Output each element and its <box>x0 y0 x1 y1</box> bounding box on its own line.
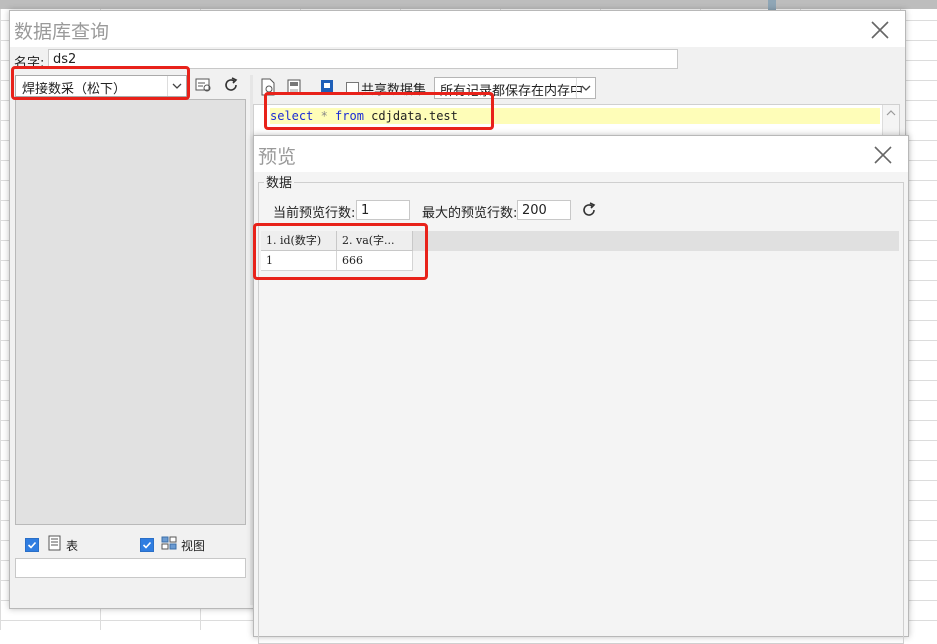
preview-dialog: 预览 数据 当前预览行数: 最大的预览行数: 1. id(数字) 2. va(字… <box>253 135 909 644</box>
show-view-label: 视图 <box>181 539 206 553</box>
current-rows-input[interactable] <box>356 200 410 220</box>
sql-scrollbar[interactable] <box>882 105 899 135</box>
column-header[interactable]: 1. id(数字) <box>261 231 337 251</box>
preview-data-grid[interactable]: 1. id(数字) 2. va(字... 1 666 <box>261 231 899 631</box>
sql-keyword-from: from <box>335 109 364 123</box>
sql-editor[interactable]: select * from cdjdata.test <box>253 104 900 136</box>
datasource-select[interactable]: 焊接数采（松下） <box>15 75 187 97</box>
dialog-title: 数据库查询 <box>14 21 110 43</box>
sql-line[interactable]: select * from cdjdata.test <box>270 108 880 124</box>
show-table-checkbox[interactable] <box>25 538 39 552</box>
close-icon[interactable] <box>870 142 896 168</box>
share-dataset-checkbox[interactable] <box>346 82 359 95</box>
table-icon <box>47 535 63 551</box>
sql-table-name: cdjdata.test <box>363 109 458 123</box>
refresh-icon[interactable] <box>221 75 241 95</box>
current-rows-label: 当前预览行数: <box>273 206 356 221</box>
spreadsheet-top-bar <box>0 0 937 30</box>
datasource-value: 焊接数采（松下） <box>22 82 127 97</box>
filter-input[interactable] <box>15 558 246 578</box>
memory-mode-value: 所有记录都保存在内存中 <box>440 84 584 99</box>
column-header[interactable]: 2. va(字... <box>337 231 413 251</box>
sql-keyword-select: select <box>270 109 314 123</box>
table-tree-panel[interactable] <box>15 99 246 525</box>
data-group-label: 数据 <box>264 172 295 191</box>
max-rows-label: 最大的预览行数: <box>422 206 518 221</box>
name-input[interactable] <box>48 49 678 69</box>
table-cell[interactable]: 1 <box>261 251 337 271</box>
table-cell[interactable]: 666 <box>337 251 413 271</box>
max-rows-input[interactable] <box>517 200 571 220</box>
preview-title-bar[interactable]: 预览 <box>254 136 908 172</box>
refresh-icon[interactable] <box>579 200 599 220</box>
close-icon[interactable] <box>867 17 893 43</box>
memory-mode-select[interactable]: 所有记录都保存在内存中 <box>434 77 596 99</box>
chevron-down-icon[interactable] <box>576 78 595 98</box>
view-icon <box>161 535 177 551</box>
share-dataset-label: 共享数据集 <box>361 83 427 98</box>
sql-template-icon[interactable] <box>258 77 278 97</box>
chevron-down-icon[interactable] <box>167 76 186 96</box>
show-table-label: 表 <box>66 539 79 553</box>
show-view-checkbox[interactable] <box>140 538 154 552</box>
save-sql-icon[interactable] <box>284 77 304 97</box>
name-label: 名字: <box>14 56 45 71</box>
preview-title: 预览 <box>258 146 297 168</box>
edit-datasource-icon[interactable] <box>193 75 213 95</box>
sql-operator: * <box>313 109 336 123</box>
preview-icon[interactable] <box>317 77 337 97</box>
dialog-title-bar[interactable]: 数据库查询 <box>10 11 905 47</box>
